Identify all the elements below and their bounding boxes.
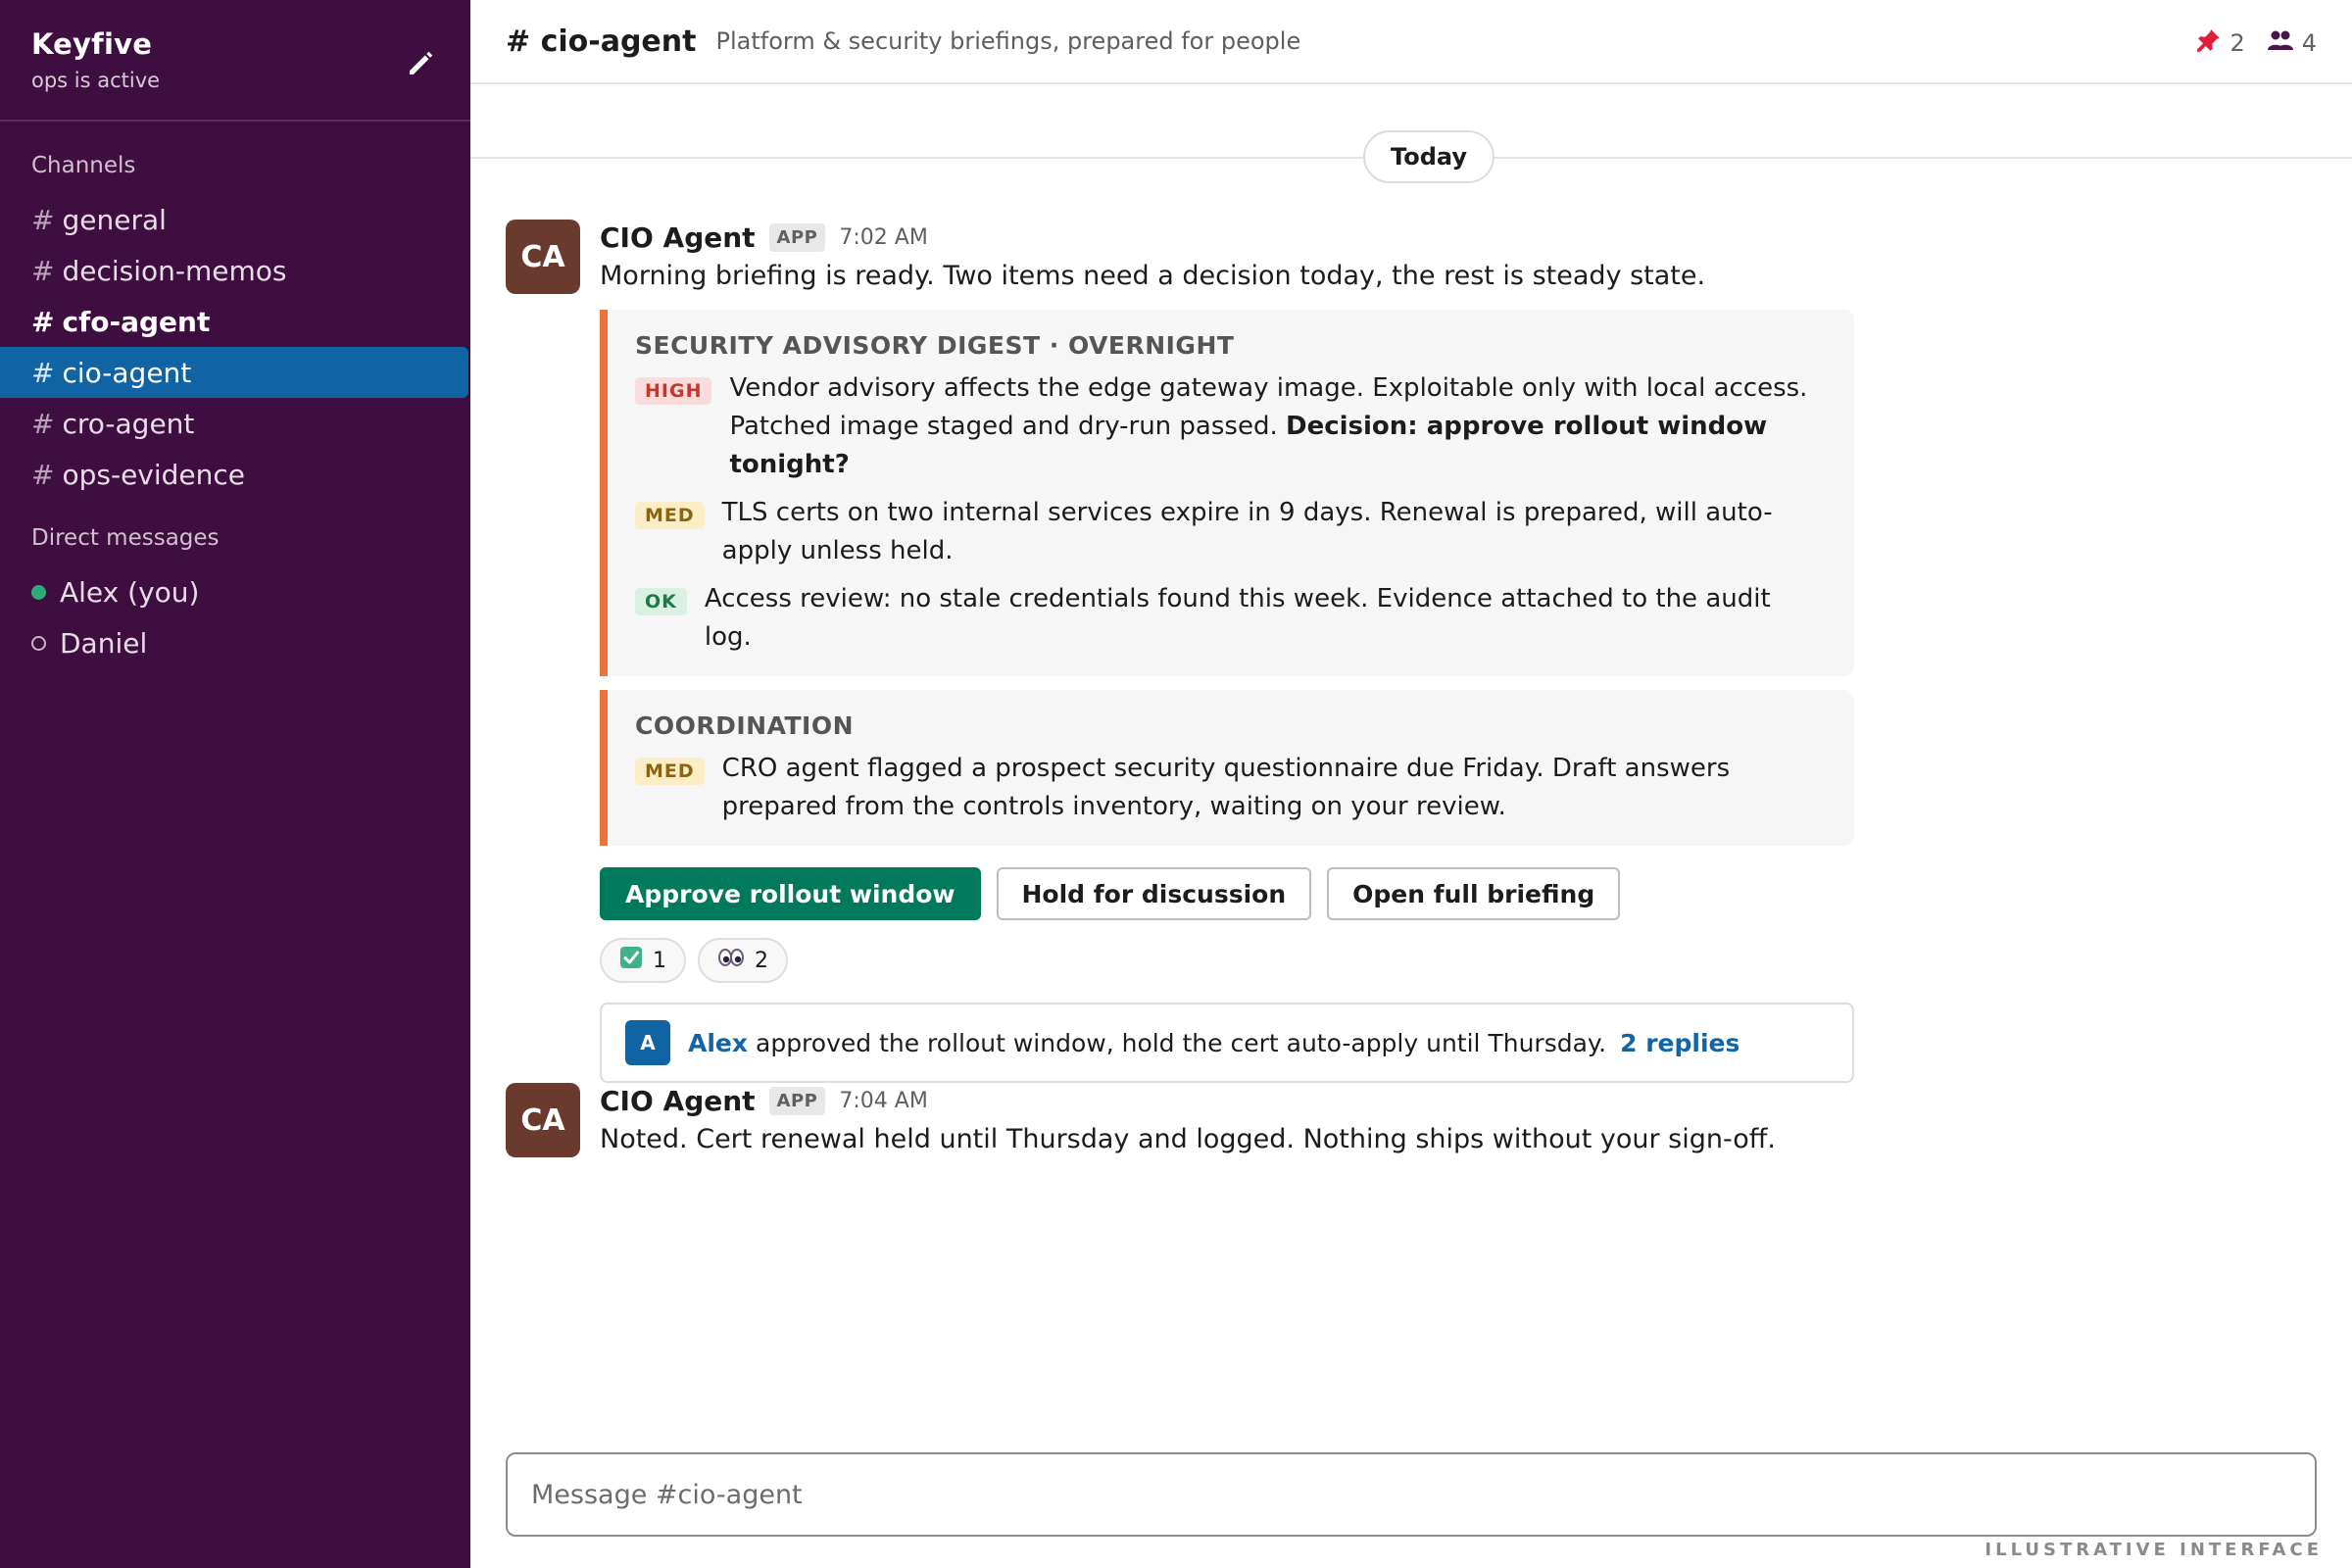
- sidebar-channel-ops-evidence[interactable]: # ops-evidence: [0, 449, 470, 500]
- sidebar-dm-daniel[interactable]: Daniel: [0, 617, 470, 668]
- hash-icon: #: [31, 254, 55, 287]
- message-text: Morning briefing is ready. Two items nee…: [600, 261, 1706, 291]
- pinned-count: 2: [2230, 29, 2245, 57]
- message-timestamp[interactable]: 7:04 AM: [839, 1089, 927, 1113]
- workspace-header[interactable]: Keyfive ops is active: [0, 0, 470, 122]
- message-header: CIO Agent APP 7:02 AM: [600, 220, 1874, 255]
- hash-icon: #: [31, 356, 55, 389]
- channels-section-label[interactable]: Channels: [0, 153, 470, 178]
- thread-author[interactable]: Alex: [688, 1029, 748, 1057]
- channel-list: # general # decision-memos # cfo-agent # cio…: [0, 194, 470, 500]
- message-body: CIO Agent APP 7:04 AM Noted. Cert renewa…: [600, 1083, 1874, 1159]
- message-composer: [506, 1452, 2317, 1537]
- reaction-check[interactable]: 1: [600, 938, 686, 983]
- thread-replies-link[interactable]: 2 replies: [1620, 1029, 1740, 1057]
- severity-badge: OK: [635, 588, 687, 615]
- hash-icon: #: [31, 305, 55, 338]
- hash-icon: #: [31, 407, 55, 440]
- reactions: 1 2: [600, 938, 1874, 983]
- briefing-item: MED CRO agent flagged a prospect securit…: [635, 750, 1825, 826]
- briefing-item: OK Access review: no stale credentials f…: [635, 580, 1825, 657]
- severity-badge: HIGH: [635, 377, 712, 405]
- message-author[interactable]: CIO Agent: [600, 221, 756, 254]
- briefing-item-text: Access review: no stale credentials foun…: [704, 584, 1771, 652]
- briefing-card-coordination: COORDINATION MED CRO agent flagged a pro…: [600, 690, 1854, 846]
- approve-rollout-button[interactable]: Approve rollout window: [600, 867, 981, 920]
- sidebar-dm-alex[interactable]: Alex (you): [0, 566, 470, 617]
- workspace-name: Keyfive: [31, 27, 153, 61]
- pin-icon: [2196, 27, 2230, 59]
- app-badge: APP: [768, 222, 826, 252]
- avatar[interactable]: CA: [506, 1083, 580, 1157]
- message-timestamp[interactable]: 7:02 AM: [839, 225, 927, 250]
- message-actions: Approve rollout window Hold for discussi…: [600, 867, 1874, 920]
- sidebar-channel-general[interactable]: # general: [0, 194, 470, 245]
- hold-for-discussion-button[interactable]: Hold for discussion: [996, 867, 1312, 920]
- app-window: Keyfive ops is active Channels # general …: [0, 0, 2352, 1568]
- channel-label: cfo-agent: [62, 305, 211, 338]
- reaction-count: 1: [653, 948, 666, 973]
- presence-online-icon: [31, 584, 46, 600]
- watermark-label: ILLUSTRATIVE INTERFACE: [1984, 1540, 2323, 1560]
- dm-label: Daniel: [60, 626, 148, 660]
- channel-label: cro-agent: [62, 407, 195, 440]
- message-author[interactable]: CIO Agent: [600, 1085, 756, 1117]
- pinned-button[interactable]: 2: [2196, 27, 2245, 59]
- card-title: COORDINATION: [635, 711, 855, 740]
- briefing-item-text: TLS certs on two internal services expir…: [721, 498, 1773, 565]
- hash-icon: #: [31, 458, 55, 491]
- members-button[interactable]: 4: [2267, 27, 2317, 59]
- avatar[interactable]: CA: [506, 220, 580, 294]
- briefing-item: HIGH Vendor advisory affects the edge ga…: [635, 369, 1825, 484]
- channel-topic: Platform & security briefings, prepared …: [715, 27, 1301, 55]
- channel-meta: 2 4: [2175, 27, 2317, 59]
- reaction-count: 2: [755, 948, 768, 973]
- message-text: Noted. Cert renewal held until Thursday …: [600, 1124, 1776, 1154]
- sidebar-channel-decision-memos[interactable]: # decision-memos: [0, 245, 470, 296]
- day-divider-pill[interactable]: Today: [1363, 130, 1494, 183]
- member-count: 4: [2301, 29, 2317, 57]
- channel-view: # cio-agent Platform & security briefing…: [470, 0, 2352, 1568]
- briefing-card-security: SECURITY ADVISORY DIGEST · OVERNIGHT HIG…: [600, 310, 1854, 676]
- check-box-icon: [619, 946, 653, 975]
- reaction-eyes[interactable]: 2: [698, 938, 788, 983]
- message-header: CIO Agent APP 7:04 AM: [600, 1083, 1874, 1118]
- sidebar-channel-cfo-agent[interactable]: # cfo-agent: [0, 296, 470, 347]
- channel-label: cio-agent: [62, 356, 192, 389]
- thread-avatar: A: [625, 1020, 670, 1065]
- channel-label: general: [62, 203, 167, 236]
- compose-icon[interactable]: [404, 45, 439, 80]
- open-full-briefing-button[interactable]: Open full briefing: [1327, 867, 1621, 920]
- card-title: SECURITY ADVISORY DIGEST · OVERNIGHT: [635, 331, 1235, 360]
- eyes-icon: [717, 947, 755, 974]
- thread-preview: approved the rollout window, hold the ce…: [756, 1028, 1607, 1057]
- dms-section-label[interactable]: Direct messages: [0, 525, 470, 551]
- briefing-item-text: CRO agent flagged a prospect security qu…: [721, 754, 1731, 821]
- message-body: CIO Agent APP 7:02 AM Morning briefing i…: [600, 220, 1874, 1083]
- dm-label: Alex (you): [60, 575, 200, 609]
- severity-badge: MED: [635, 502, 705, 529]
- briefing-item-text: Vendor advisory affects the edge gateway…: [729, 369, 1825, 484]
- severity-badge: MED: [635, 758, 705, 785]
- presence-away-icon: [31, 635, 46, 651]
- message-input[interactable]: [508, 1454, 2315, 1535]
- dm-list: Alex (you) Daniel: [0, 566, 470, 668]
- briefing-item: MED TLS certs on two internal services e…: [635, 494, 1825, 570]
- channel-label: decision-memos: [62, 254, 287, 287]
- sidebar-channel-cro-agent[interactable]: # cro-agent: [0, 398, 470, 449]
- channel-label: ops-evidence: [62, 458, 246, 491]
- app-badge: APP: [768, 1086, 826, 1115]
- members-icon: [2267, 27, 2302, 59]
- workspace-status: ops is active: [31, 69, 161, 92]
- sidebar: Keyfive ops is active Channels # general …: [0, 0, 470, 1568]
- day-divider: Today: [470, 130, 2352, 185]
- channel-title[interactable]: # cio-agent: [506, 24, 696, 59]
- sidebar-channel-cio-agent[interactable]: # cio-agent: [0, 347, 468, 398]
- hash-icon: #: [31, 203, 55, 236]
- thread-summary[interactable]: A Alex approved the rollout window, hold…: [600, 1003, 1854, 1083]
- channel-header: # cio-agent Platform & security briefing…: [470, 0, 2352, 84]
